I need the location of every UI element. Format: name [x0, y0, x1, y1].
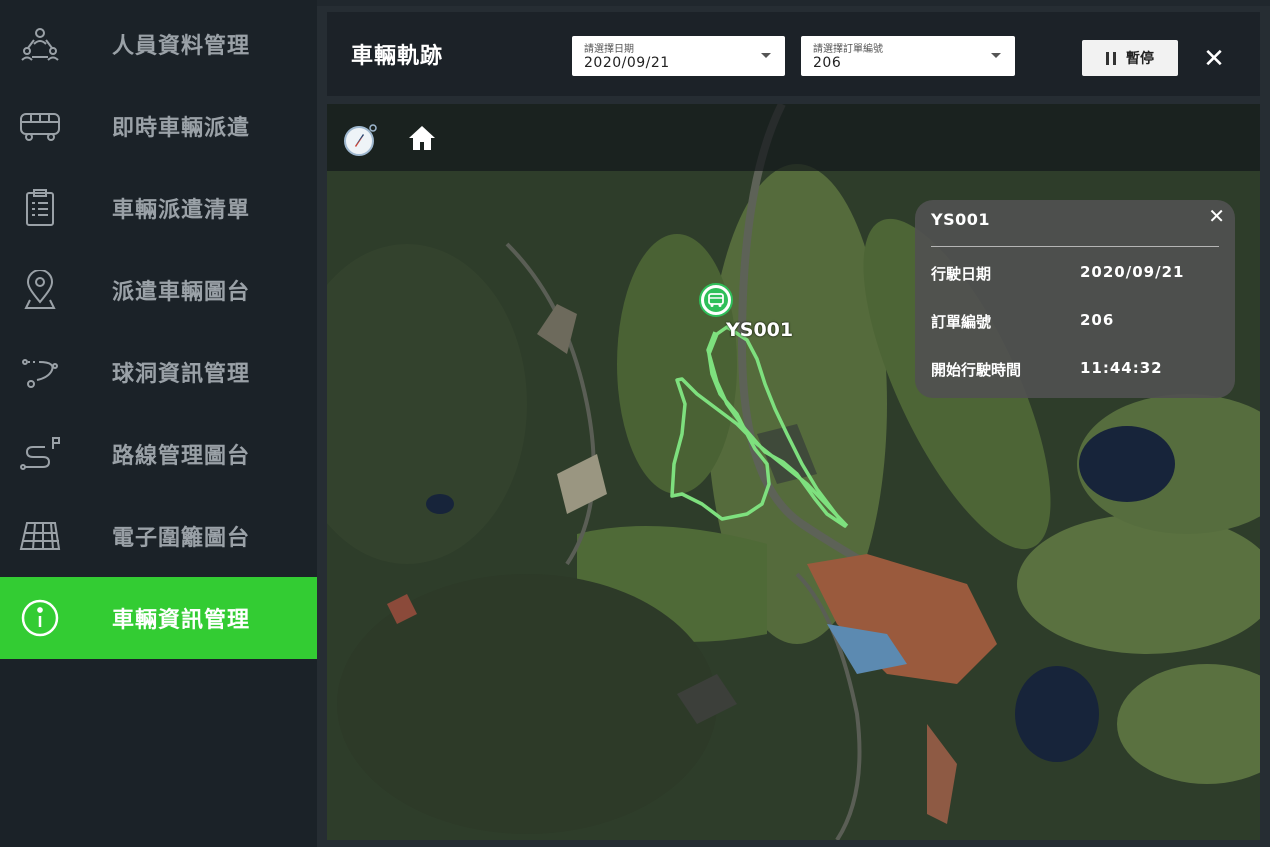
route-dots-icon: [18, 350, 62, 394]
map-pin-icon: [18, 268, 62, 312]
top-strip: [317, 0, 1270, 6]
order-select-label: 請選擇訂單編號: [813, 44, 883, 55]
date-select-value: 2020/09/21: [584, 55, 670, 71]
sidebar-item-geofence[interactable]: 電子圍籬圖台: [0, 495, 317, 577]
compass-icon[interactable]: [344, 124, 377, 156]
geofence-grid-icon: [18, 514, 62, 558]
popup-row-value: 11:44:32: [1080, 359, 1163, 377]
sidebar-item-label: 球洞資訊管理: [112, 362, 251, 387]
popup-row-value: 206: [1080, 311, 1115, 329]
track-header: 車輛軌跡 請選擇日期 2020/09/21 請選擇訂單編號 206 暫停 ✕: [327, 12, 1260, 96]
close-button[interactable]: ✕: [1199, 44, 1229, 74]
page-title: 車輛軌跡: [351, 44, 444, 69]
sidebar-item-vehicle-info[interactable]: 車輛資訊管理: [0, 577, 317, 659]
sidebar-item-routes[interactable]: 路線管理圖台: [0, 413, 317, 495]
date-select[interactable]: 請選擇日期 2020/09/21: [572, 36, 785, 76]
sidebar-item-label: 車輛派遣清單: [112, 198, 251, 223]
chevron-down-icon: [991, 53, 1001, 58]
vehicle-map-label: YS001: [726, 319, 794, 341]
sidebar-item-dispatch-map[interactable]: 派遣車輛圖台: [0, 249, 317, 331]
sidebar-item-dispatch-list[interactable]: 車輛派遣清單: [0, 167, 317, 249]
sidebar-item-holes[interactable]: 球洞資訊管理: [0, 331, 317, 413]
vehicle-bus-marker-icon[interactable]: [698, 282, 734, 318]
popup-close-button[interactable]: ✕: [1208, 204, 1225, 228]
sidebar-item-label: 路線管理圖台: [112, 444, 251, 469]
popup-row-value: 2020/09/21: [1080, 263, 1185, 281]
pause-label: 暫停: [1126, 51, 1154, 67]
sidebar-item-label: 電子圍籬圖台: [112, 526, 251, 551]
map-toolbar: [327, 104, 1260, 171]
pause-icon: [1106, 51, 1116, 65]
pause-button[interactable]: 暫停: [1082, 40, 1178, 76]
sidebar-item-label: 即時車輛派遣: [112, 116, 251, 141]
popup-row-key: 開始行駛時間: [931, 361, 1022, 379]
sidebar-item-personnel[interactable]: 人員資料管理: [0, 3, 317, 85]
popup-row-key: 行駛日期: [931, 265, 992, 283]
people-network-icon: [18, 22, 62, 66]
satellite-map[interactable]: YS001 YS001 ✕ 行駛日期 2020/09/21 訂單編號 206 開…: [327, 104, 1260, 840]
vehicle-info-popup: YS001 ✕ 行駛日期 2020/09/21 訂單編號 206 開始行駛時間 …: [915, 200, 1235, 398]
sidebar-item-dispatch[interactable]: 即時車輛派遣: [0, 85, 317, 167]
order-select-value: 206: [813, 55, 842, 71]
sidebar-item-label: 人員資料管理: [112, 34, 251, 59]
sidebar: 人員資料管理 即時車輛派遣 車輛派遣清單 派遣車輛圖台 球洞資訊管理 路線管理圖…: [0, 0, 317, 847]
popup-row-key: 訂單編號: [931, 313, 992, 331]
clipboard-list-icon: [18, 186, 62, 230]
info-circle-icon: [18, 596, 62, 640]
popup-divider: [931, 246, 1219, 247]
bus-icon: [18, 104, 62, 148]
route-flag-icon: [18, 432, 62, 476]
home-icon[interactable]: [407, 124, 437, 152]
popup-title: YS001: [931, 210, 991, 229]
date-select-label: 請選擇日期: [584, 44, 634, 55]
order-select[interactable]: 請選擇訂單編號 206: [801, 36, 1015, 76]
sidebar-item-label: 派遣車輛圖台: [112, 280, 251, 305]
sidebar-item-label: 車輛資訊管理: [112, 608, 251, 633]
main-panel: 車輛軌跡 請選擇日期 2020/09/21 請選擇訂單編號 206 暫停 ✕ Y…: [317, 0, 1270, 847]
chevron-down-icon: [761, 53, 771, 58]
